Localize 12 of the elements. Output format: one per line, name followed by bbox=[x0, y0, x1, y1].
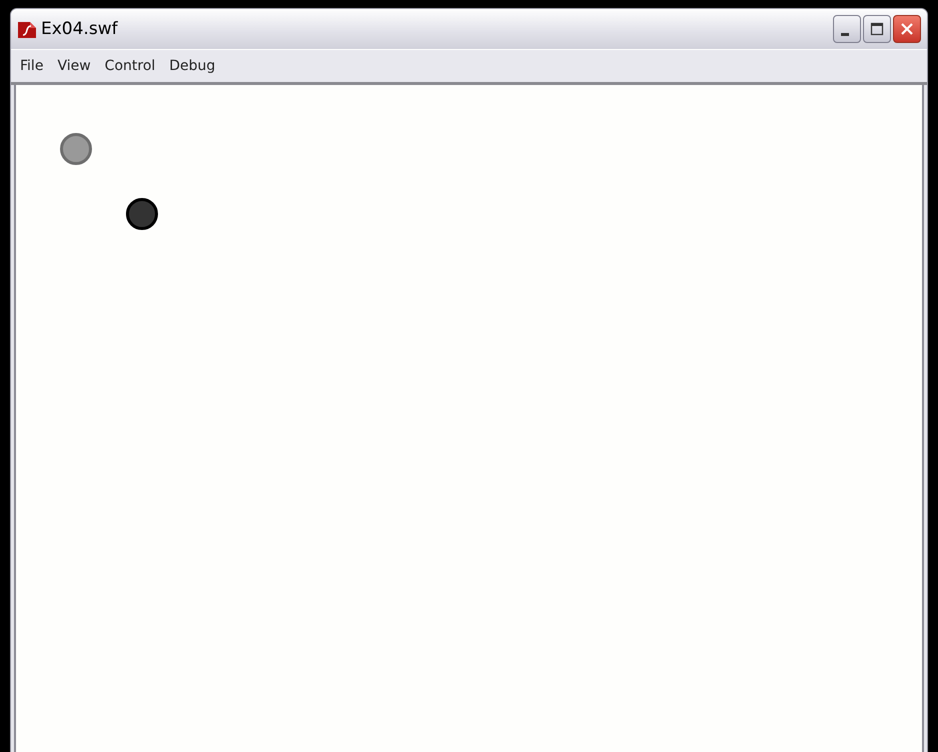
minimize-button[interactable] bbox=[833, 15, 861, 43]
minimize-icon bbox=[841, 32, 849, 36]
menu-item[interactable]: View bbox=[50, 58, 98, 74]
maximize-button[interactable] bbox=[863, 15, 891, 43]
flash-icon bbox=[17, 19, 37, 39]
menu-item[interactable]: Debug bbox=[162, 58, 222, 74]
maximize-icon bbox=[870, 22, 884, 36]
menu-item[interactable]: File bbox=[13, 58, 50, 74]
menu-item[interactable]: Control bbox=[98, 58, 162, 74]
window-title: Ex04.swf bbox=[41, 19, 119, 39]
close-button[interactable] bbox=[893, 15, 921, 43]
close-icon bbox=[900, 22, 914, 36]
